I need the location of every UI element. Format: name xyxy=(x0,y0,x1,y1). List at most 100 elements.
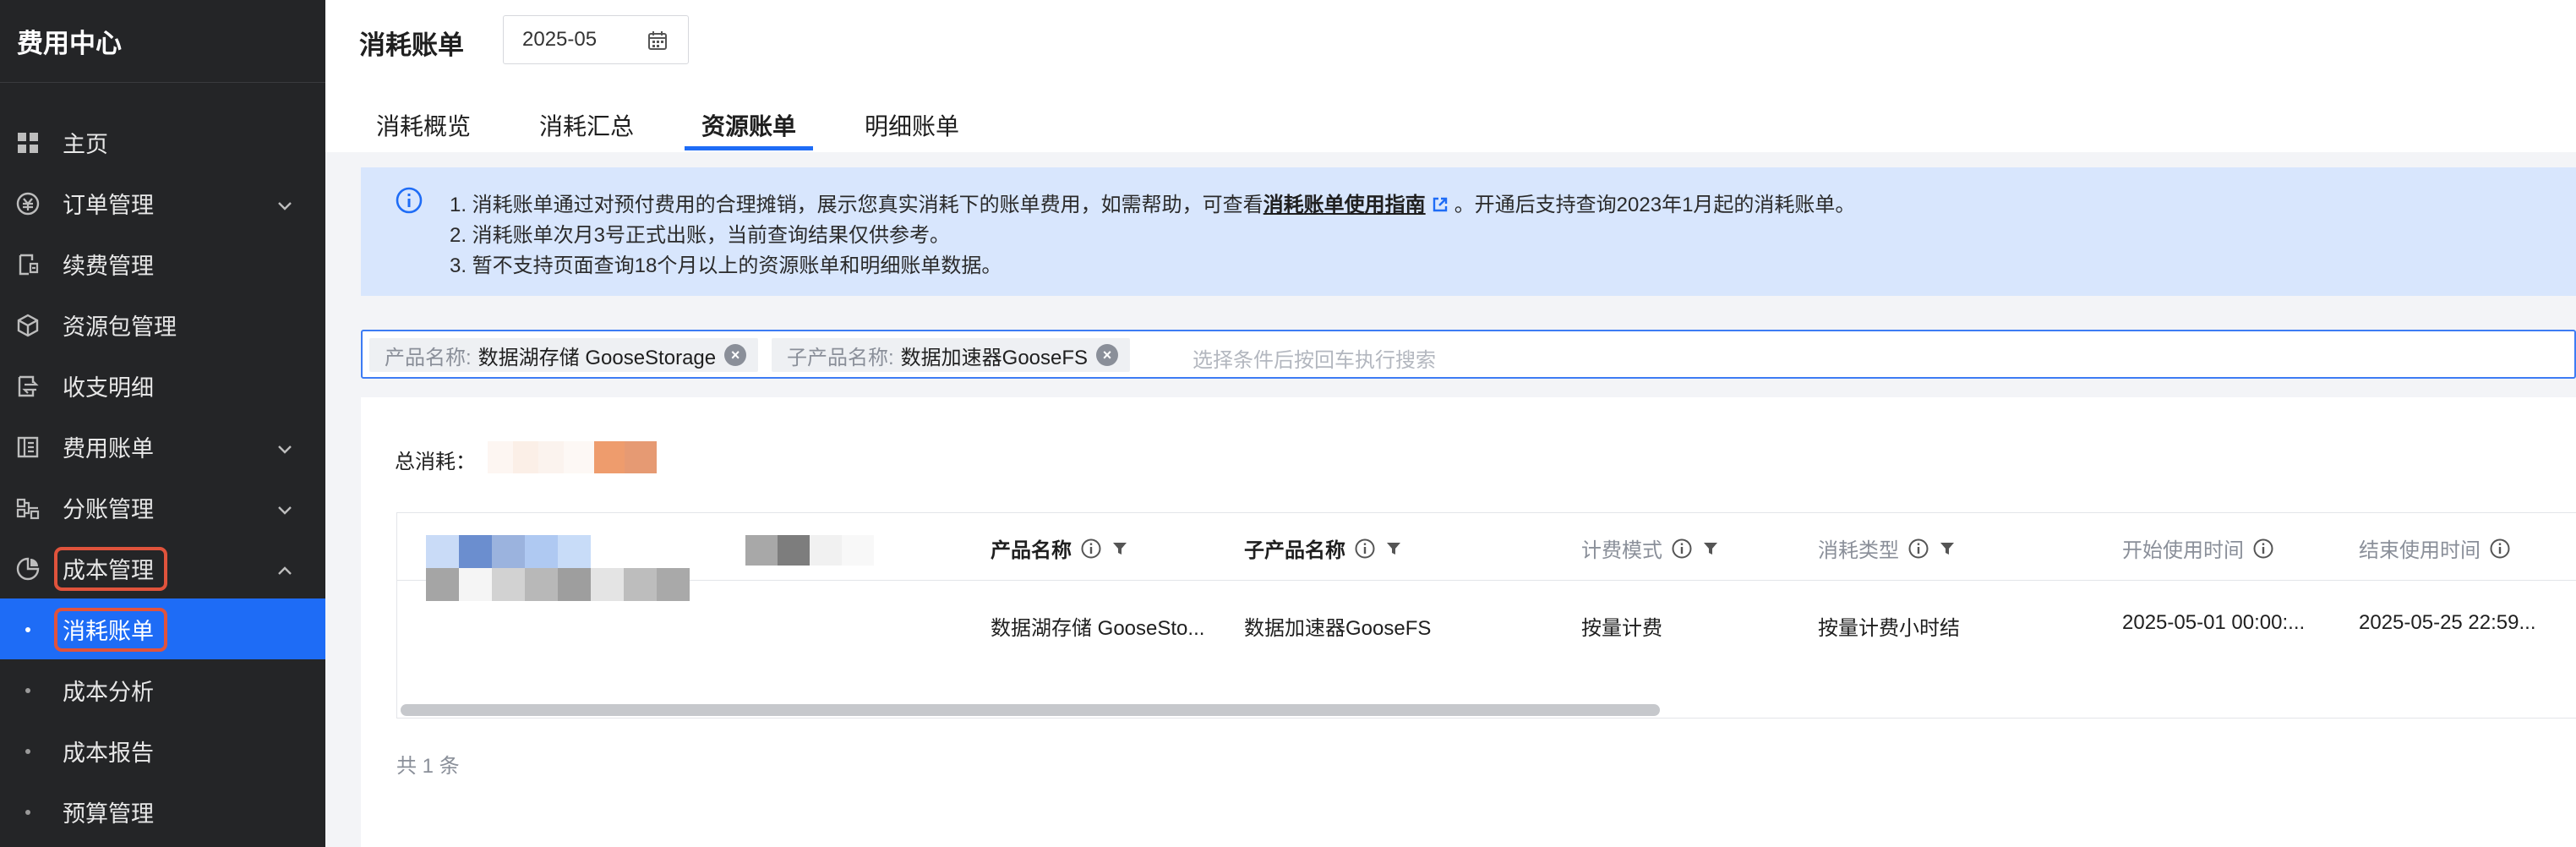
filter-icon[interactable] xyxy=(1111,539,1129,558)
notice-line-2: 2. 消耗账单次月3号正式出账，当前查询结果仅供参考。 xyxy=(450,224,951,247)
month-value: 2025-05 xyxy=(522,28,598,51)
chevron-down-icon[interactable] xyxy=(276,499,294,517)
tab-summary[interactable]: 消耗汇总 xyxy=(539,108,634,142)
chevron-down-icon[interactable] xyxy=(276,438,294,456)
sidebar-item-label: 主页 xyxy=(63,131,108,157)
external-link-icon[interactable] xyxy=(1431,195,1449,214)
tab-resource-bill[interactable]: 资源账单 xyxy=(701,108,796,142)
filter-icon[interactable] xyxy=(1701,539,1720,558)
highlight-box xyxy=(54,608,167,652)
sidebar-item[interactable]: 收支明细 xyxy=(0,355,325,416)
sidebar-title: 费用中心 xyxy=(0,0,325,83)
horizontal-scrollbar[interactable] xyxy=(401,704,1660,716)
chevron-up-icon[interactable] xyxy=(276,560,294,578)
total-count: 共 1 条 xyxy=(396,755,460,778)
info-icon[interactable] xyxy=(2252,538,2274,560)
cell-sub-product: 数据加速器GooseFS xyxy=(1244,617,1432,640)
main-content: 消耗账单 2025-05 消耗概览 消耗汇总 资源账单 明细账单 1. 消耗账单… xyxy=(325,0,2576,847)
pie-icon xyxy=(15,556,41,582)
chevron-down-icon[interactable] xyxy=(276,194,294,213)
resource-bill-table: 资源ID/实例别名支付者UIN产品名称子产品名称计费模式消耗类型开始使用时间结束… xyxy=(396,512,2576,719)
sidebar-item-label: 费用账单 xyxy=(63,435,154,462)
sidebar-subitem[interactable]: 成本报告 xyxy=(0,720,325,781)
column-header-label: 消耗类型 xyxy=(1818,539,1899,562)
sidebar-item[interactable]: 分账管理 xyxy=(0,477,325,538)
notice-line-1: 1. 消耗账单通过对预付费用的合理摊销，展示您真实消耗下的账单费用，如需帮助，可… xyxy=(450,188,1855,217)
info-icon[interactable] xyxy=(1907,538,1929,560)
close-icon[interactable]: × xyxy=(1096,344,1119,366)
sidebar-item-label: 订单管理 xyxy=(63,192,154,218)
column-header[interactable]: 开始使用时间 xyxy=(2122,533,2274,563)
calendar-icon xyxy=(648,31,667,50)
sidebar-menu: 主页订单管理续费管理 资源包管理收支明细费用账单分账管理成本管理 消耗账单成本分析成… xyxy=(0,112,325,842)
info-icon[interactable] xyxy=(1080,538,1102,560)
column-header-label: 开始使用时间 xyxy=(2122,539,2244,562)
guide-link[interactable]: 消耗账单使用指南 xyxy=(1263,194,1426,216)
sidebar-item-label: 分账管理 xyxy=(63,496,154,522)
sidebar-item[interactable]: 订单管理 xyxy=(0,172,325,233)
info-icon[interactable] xyxy=(2489,538,2511,560)
sidebar-item[interactable]: 资源包管理 xyxy=(0,294,325,355)
filter-tag-product[interactable]: 产品名称: 数据湖存储 GooseStorage × xyxy=(369,338,759,372)
sidebar-subitem[interactable]: 消耗账单 xyxy=(0,598,325,659)
sidebar-item[interactable]: 主页 xyxy=(0,112,325,172)
filter-tag-sub-product[interactable]: 子产品名称: 数据加速器GooseFS × xyxy=(772,338,1131,372)
column-header-label: 计费模式 xyxy=(1581,539,1662,562)
bill-icon xyxy=(15,434,41,460)
column-header[interactable]: 结束使用时间 xyxy=(2359,533,2511,563)
search-filter-bar[interactable]: 产品名称: 数据湖存储 GooseStorage × 子产品名称: 数据加速器G… xyxy=(361,330,2576,379)
info-icon xyxy=(396,187,423,214)
active-tab-indicator xyxy=(685,146,813,150)
tab-detail-bill[interactable]: 明细账单 xyxy=(865,108,959,142)
resource-id-redacted xyxy=(426,535,690,601)
notice-line-1-suffix: 。开通后支持查询2023年1月起的消耗账单。 xyxy=(1454,194,1856,216)
filter-tag-value: 数据加速器GooseFS xyxy=(900,346,1089,369)
tab-overview[interactable]: 消耗概览 xyxy=(376,108,471,142)
package-icon xyxy=(15,313,41,338)
close-icon[interactable]: × xyxy=(724,344,747,366)
bullet-dot xyxy=(25,627,30,632)
column-header[interactable]: 产品名称 xyxy=(991,533,1129,563)
bullet-dot xyxy=(25,810,30,815)
bullet-dot xyxy=(25,749,30,754)
column-header[interactable]: 计费模式 xyxy=(1581,533,1720,563)
filter-tag-key: 子产品名称: xyxy=(787,346,894,369)
sidebar-item[interactable]: 续费管理 xyxy=(0,233,325,294)
cell-end-time: 2025-05-25 22:59... xyxy=(2359,611,2536,634)
highlight-box xyxy=(54,547,167,591)
notice-line-1-prefix: 1. 消耗账单通过对预付费用的合理摊销，展示您真实消耗下的账单费用，如需帮助，可… xyxy=(450,194,1263,216)
page-header: 消耗账单 2025-05 消耗概览 消耗汇总 资源账单 明细账单 xyxy=(325,0,2576,152)
sidebar-subitem-label: 预算管理 xyxy=(63,801,154,827)
sidebar-item[interactable]: 费用账单 xyxy=(0,416,325,477)
column-header-label: 子产品名称 xyxy=(1244,539,1345,562)
info-icon[interactable] xyxy=(1354,538,1376,560)
sidebar-subitem[interactable]: 预算管理 xyxy=(0,781,325,842)
sidebar: 费用中心 主页订单管理续费管理 资源包管理收支明细费用账单分账管理成本管理 消耗账单… xyxy=(0,0,325,847)
sidebar-subitem[interactable]: 成本分析 xyxy=(0,659,325,720)
sidebar-subitem-label: 成本分析 xyxy=(63,679,154,705)
bill-card: 总消耗： 资源ID/实例别名支付者UIN产品名称子产品名称计费模式消耗类型开始使… xyxy=(361,397,2576,847)
column-header[interactable]: 消耗类型 xyxy=(1818,533,1957,563)
notice-banner: 1. 消耗账单通过对预付费用的合理摊销，展示您真实消耗下的账单费用，如需帮助，可… xyxy=(361,167,2576,296)
filter-icon[interactable] xyxy=(1384,539,1403,558)
column-header[interactable]: 子产品名称 xyxy=(1244,533,1403,563)
column-header-label: 产品名称 xyxy=(991,539,1072,562)
month-picker[interactable]: 2025-05 xyxy=(503,15,689,64)
column-header-label: 结束使用时间 xyxy=(2359,539,2480,562)
cell-billing-mode: 按量计费 xyxy=(1581,617,1662,640)
search-input-placeholder[interactable]: 选择条件后按回车执行搜索 xyxy=(1192,343,1436,373)
filter-tag-value: 数据湖存储 GooseStorage xyxy=(478,346,717,369)
split-icon xyxy=(15,495,41,521)
grid-icon xyxy=(15,130,41,156)
transfer-icon xyxy=(15,374,41,399)
sidebar-item[interactable]: 成本管理 xyxy=(0,538,325,598)
total-consumption-label: 总消耗： xyxy=(395,451,476,473)
cell-product: 数据湖存储 GooseSto... xyxy=(991,617,1205,640)
info-icon[interactable] xyxy=(1671,538,1693,560)
cell-consume-type: 按量计费小时结 xyxy=(1818,617,1960,640)
coin-icon xyxy=(15,191,41,216)
sidebar-item-label: 收支明细 xyxy=(63,374,154,401)
filter-icon[interactable] xyxy=(1938,539,1957,558)
filter-tag-key: 产品名称: xyxy=(385,346,472,369)
page-title: 消耗账单 xyxy=(359,30,464,60)
